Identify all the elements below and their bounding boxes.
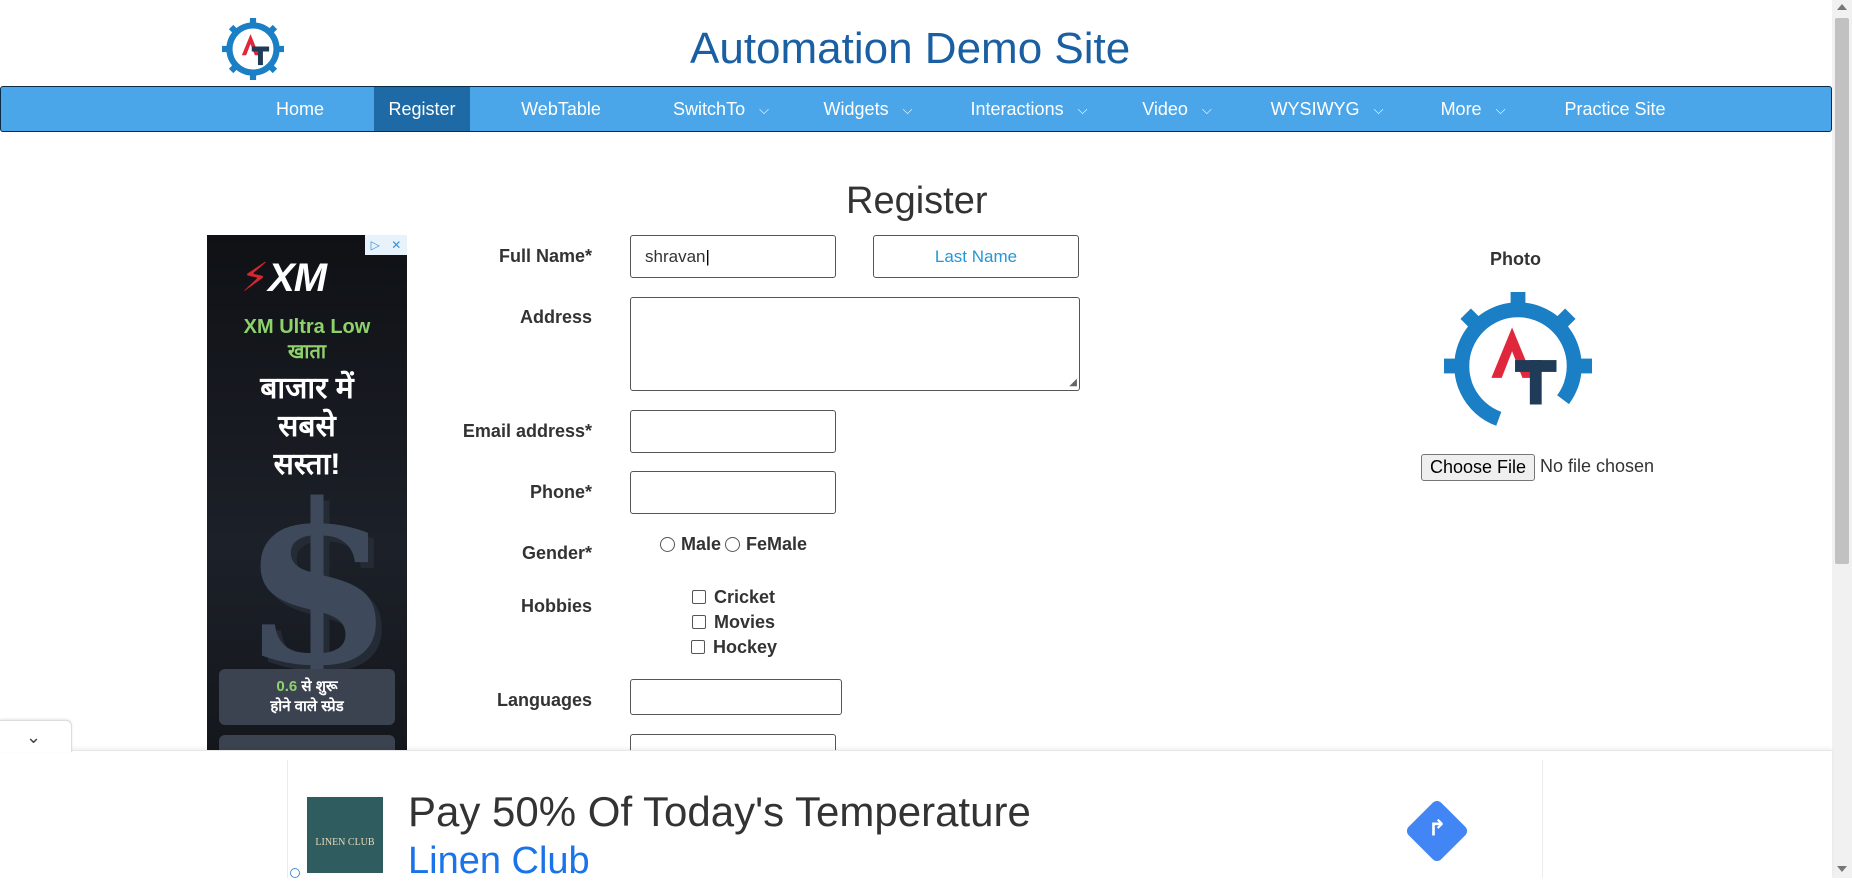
- dollar-icon: $: [241, 455, 395, 714]
- page-scrollbar[interactable]: [1832, 0, 1852, 878]
- chevron-down-icon: ⌵: [1373, 102, 1384, 117]
- ad-spread-badge: 0.6 से शुरू होने वाले स्प्रेड: [219, 669, 395, 725]
- gender-male-label: Male: [681, 534, 722, 554]
- choose-file-button[interactable]: Choose File: [1421, 454, 1535, 481]
- bottom-ad-banner[interactable]: LINEN CLUB Pay 50% Of Today's Temperatur…: [287, 760, 1543, 882]
- languages-input[interactable]: [630, 679, 842, 715]
- phone-label: Phone*: [529, 482, 592, 502]
- last-name-input[interactable]: Last Name: [873, 235, 1079, 278]
- full-name-label: Full Name*: [498, 246, 592, 266]
- address-textarea[interactable]: ◢: [630, 297, 1080, 391]
- email-input[interactable]: [630, 410, 836, 453]
- nav-widgets-label: Widgets: [823, 99, 889, 119]
- chevron-down-icon: ⌵: [1495, 102, 1506, 117]
- arrow-right-icon: ↱: [1427, 815, 1447, 841]
- nav-more-label: More: [1440, 99, 1482, 119]
- ad-collapse-toggle[interactable]: ⌄: [0, 720, 72, 752]
- nav-video-label: Video: [1142, 99, 1188, 119]
- ad-thumbnail: LINEN CLUB: [307, 797, 383, 873]
- ad-info-icon[interactable]: [290, 868, 300, 878]
- nav-practice-site-label: Practice Site: [1564, 99, 1666, 119]
- gender-male-radio[interactable]: [660, 537, 675, 552]
- hobby-hockey-checkbox[interactable]: [691, 640, 705, 654]
- languages-label: Languages: [496, 690, 592, 710]
- nav-switchto-label: SwitchTo: [673, 99, 746, 119]
- nav-switchto[interactable]: SwitchTo ⌵: [661, 87, 781, 131]
- scroll-up-arrow-icon[interactable]: [1837, 4, 1847, 10]
- nav-register-label: Register: [388, 99, 456, 119]
- hobby-movies-checkbox[interactable]: [692, 615, 706, 629]
- ad-spread-value: 0.6: [276, 678, 298, 695]
- chevron-down-icon: ⌵: [759, 102, 769, 117]
- ad-tagline-primary: XM Ultra Low खाता: [243, 316, 371, 363]
- nav-widgets[interactable]: Widgets ⌵: [813, 87, 923, 131]
- scroll-down-arrow-icon[interactable]: [1837, 866, 1847, 872]
- scrollbar-thumb[interactable]: [1835, 18, 1849, 564]
- chevron-down-icon: ⌵: [1077, 102, 1088, 117]
- chevron-down-icon: ⌵: [1201, 102, 1212, 117]
- nav-interactions[interactable]: Interactions ⌵: [961, 87, 1097, 131]
- nav-interactions-label: Interactions: [970, 99, 1064, 119]
- main-navbar: Home Register WebTable SwitchTo ⌵ Widgets…: [0, 86, 1832, 132]
- phone-input[interactable]: [630, 471, 836, 514]
- nav-webtable[interactable]: WebTable: [506, 87, 616, 131]
- gender-female-radio[interactable]: [725, 537, 740, 552]
- first-name-input[interactable]: shravan|: [630, 235, 836, 278]
- nav-home[interactable]: Home: [255, 87, 345, 131]
- nav-practice-site[interactable]: Practice Site: [1557, 87, 1673, 131]
- first-name-value: shravan: [645, 247, 706, 266]
- gender-female-label: FeMale: [746, 534, 808, 554]
- address-label: Address: [519, 307, 592, 327]
- file-status-text: No file chosen: [1540, 456, 1655, 476]
- hobby-cricket-label: Cricket: [714, 587, 776, 607]
- hobbies-label: Hobbies: [520, 596, 592, 616]
- site-logo-icon: [222, 18, 284, 80]
- photo-logo-icon: [1444, 292, 1592, 440]
- ad-advertiser[interactable]: Linen Club: [408, 840, 590, 883]
- hobby-movies-label: Movies: [714, 612, 776, 632]
- nav-more[interactable]: More ⌵: [1431, 87, 1515, 131]
- nav-register[interactable]: Register: [374, 87, 470, 131]
- ad-headline: Pay 50% Of Today's Temperature: [408, 788, 1031, 835]
- nav-wysiwyg-label: WYSIWYG: [1270, 99, 1360, 119]
- chevron-down-icon: ⌵: [902, 102, 913, 117]
- ad-brand: ⚡XM: [241, 256, 327, 300]
- chevron-down-icon: ⌄: [26, 727, 42, 747]
- hobby-cricket-checkbox[interactable]: [692, 590, 706, 604]
- hobby-hockey-label: Hockey: [713, 637, 778, 657]
- nav-home-label: Home: [275, 99, 324, 119]
- nav-webtable-label: WebTable: [521, 99, 601, 119]
- nav-wysiwyg[interactable]: WYSIWYG ⌵: [1263, 87, 1391, 131]
- page-title: Register: [846, 180, 988, 222]
- email-label: Email address*: [462, 421, 592, 441]
- ad-open-button[interactable]: ↱: [1404, 798, 1470, 864]
- nav-video[interactable]: Video ⌵: [1135, 87, 1219, 131]
- adchoices-icon[interactable]: ▷ ✕: [365, 235, 407, 255]
- resize-handle-icon[interactable]: ◢: [1069, 378, 1077, 388]
- gender-label: Gender*: [521, 543, 592, 563]
- site-title: Automation Demo Site: [690, 24, 1131, 73]
- photo-label: Photo: [1490, 249, 1541, 269]
- left-ad-banner[interactable]: ▷ ✕ ⚡XM XM Ultra Low खाता बाजार में सबसे …: [207, 235, 407, 753]
